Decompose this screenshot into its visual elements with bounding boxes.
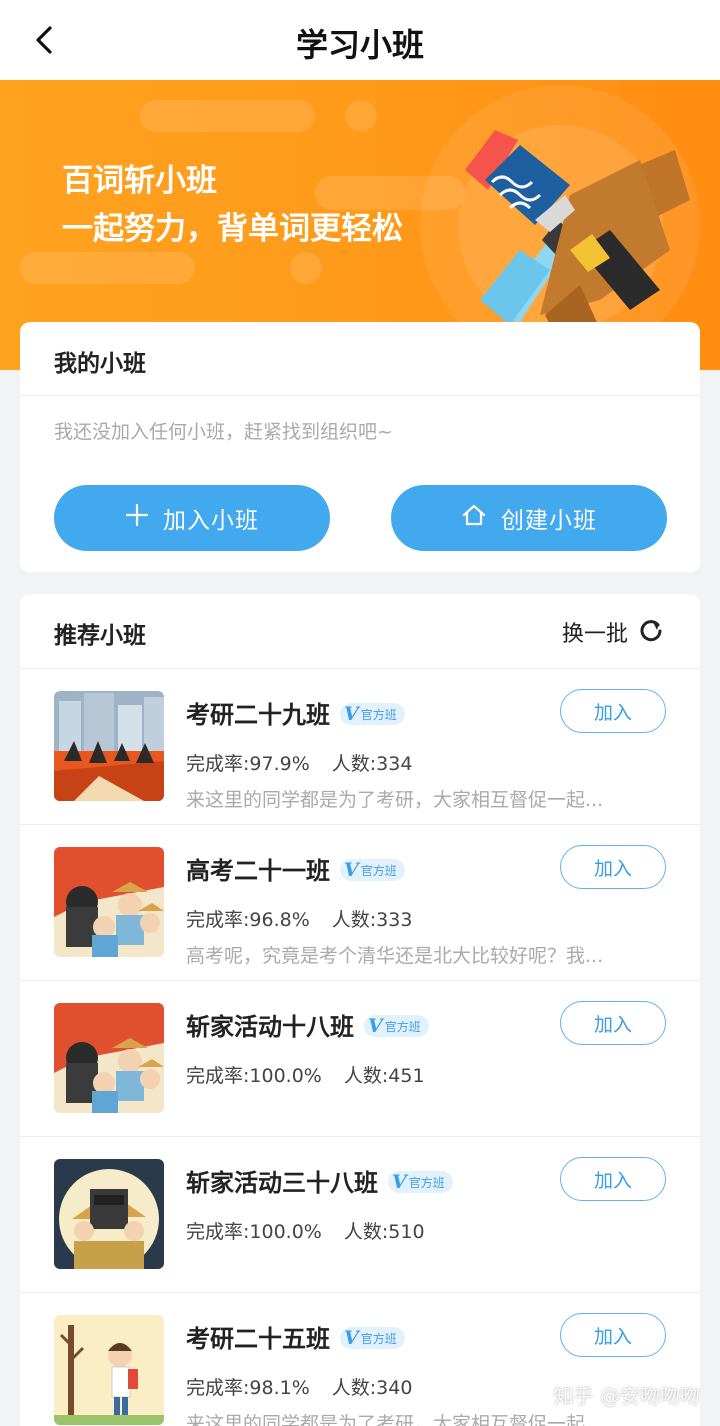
class-row[interactable]: 斩家活动三十八班 V 官方班 完成率:100.0% 人数:510 加入 <box>20 1137 700 1293</box>
join-button[interactable]: 加入 <box>560 689 666 733</box>
class-title: 斩家活动三十八班 V 官方班 <box>186 1163 453 1198</box>
watermark: 知乎 @安吻吻吻 <box>553 1384 700 1408</box>
my-classes-card: 我的小班 我还没加入任何小班，赶紧找到组织吧~ 加入小班 创建小班 <box>20 322 700 572</box>
class-row[interactable]: 斩家活动十八班 V 官方班 完成率:100.0% 人数:451 加入 <box>20 981 700 1137</box>
official-badge: V 官方班 <box>340 1327 405 1349</box>
empty-state-text: 我还没加入任何小班，赶紧找到组织吧~ <box>54 421 393 443</box>
refresh-label: 换一批 <box>561 622 628 647</box>
create-class-label: 创建小班 <box>501 508 597 534</box>
paintbrush-icon <box>440 100 700 350</box>
plus-icon <box>125 503 149 533</box>
my-classes-heading: 我的小班 <box>54 351 146 377</box>
join-button[interactable]: 加入 <box>560 1157 666 1201</box>
class-row[interactable]: 高考二十一班 V 官方班 完成率:96.8% 人数:333 高考呢，究竟是考个清华还是… <box>20 825 700 981</box>
class-description: 来这里的同学都是为了考研，大家相互督促一起... <box>186 789 604 811</box>
class-title: 考研二十五班 V 官方班 <box>186 1319 405 1354</box>
class-thumbnail <box>54 1003 164 1113</box>
page-title: 学习小班 <box>295 26 424 64</box>
class-stats: 完成率:100.0% 人数:451 <box>186 1065 425 1087</box>
class-thumbnail <box>54 847 164 957</box>
banner-title: 百词斩小班 <box>62 163 217 199</box>
recommended-card: 推荐小班 换一批 考研二十九班 V 官方班 完成率:97.9% 人数:334 来这里的… <box>20 594 700 1426</box>
top-bar: 学习小班 <box>0 0 720 80</box>
class-title: 斩家活动十八班 V 官方班 <box>186 1007 429 1042</box>
class-title: 考研二十九班 V 官方班 <box>186 695 405 730</box>
refresh-icon <box>638 617 664 647</box>
class-thumbnail <box>54 691 164 801</box>
class-stats: 完成率:96.8% 人数:333 <box>186 909 413 931</box>
class-thumbnail <box>54 1315 164 1425</box>
join-class-label: 加入小班 <box>163 508 259 534</box>
join-button[interactable]: 加入 <box>560 1313 666 1357</box>
official-badge: V 官方班 <box>364 1015 429 1037</box>
class-description: 高考呢，究竟是考个清华还是北大比较好呢？我... <box>186 945 604 967</box>
official-badge: V 官方班 <box>340 703 405 725</box>
class-description: 来这里的同学都是为了考研，大家相互督促一起... <box>186 1413 604 1426</box>
join-button[interactable]: 加入 <box>560 1001 666 1045</box>
create-class-button[interactable]: 创建小班 <box>391 485 667 551</box>
class-stats: 完成率:97.9% 人数:334 <box>186 753 413 775</box>
recommended-heading: 推荐小班 <box>54 623 146 649</box>
class-stats: 完成率:100.0% 人数:510 <box>186 1221 425 1243</box>
class-stats: 完成率:98.1% 人数:340 <box>186 1377 413 1399</box>
home-icon <box>461 502 487 534</box>
refresh-button[interactable]: 换一批 <box>562 616 664 648</box>
banner-subtitle: 一起努力，背单词更轻松 <box>62 211 403 247</box>
class-row[interactable]: 考研二十九班 V 官方班 完成率:97.9% 人数:334 来这里的同学都是为了考研，… <box>20 669 700 825</box>
class-thumbnail <box>54 1159 164 1269</box>
official-badge: V 官方班 <box>388 1171 453 1193</box>
join-class-button[interactable]: 加入小班 <box>54 485 330 551</box>
join-button[interactable]: 加入 <box>560 845 666 889</box>
class-title: 高考二十一班 V 官方班 <box>186 851 405 886</box>
official-badge: V 官方班 <box>340 859 405 881</box>
